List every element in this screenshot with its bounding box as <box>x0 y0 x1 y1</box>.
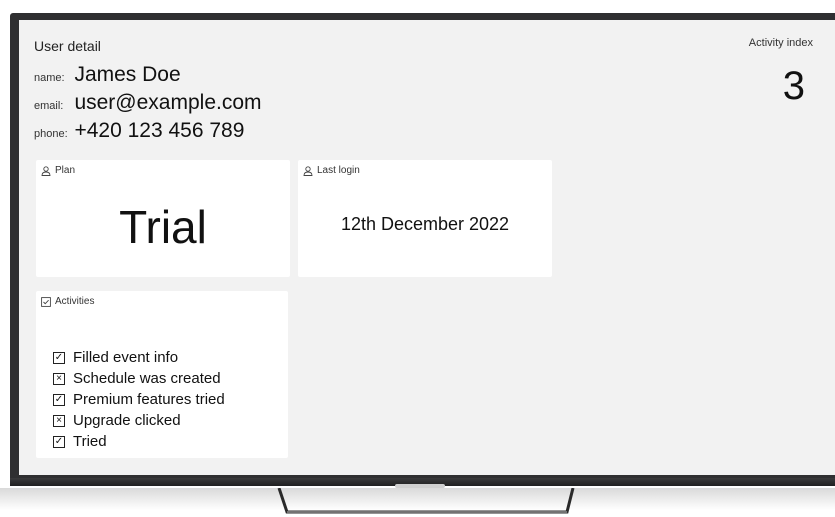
checkbox-checked[interactable]: ✓ <box>53 393 65 406</box>
last-login-value: 12th December 2022 <box>340 214 510 234</box>
user-icon <box>303 165 313 176</box>
activities-card-header: Activities <box>41 296 94 307</box>
list-item: ✓ Tried <box>53 431 225 452</box>
list-item: × Upgrade clicked <box>53 410 225 431</box>
email-label: email: <box>34 100 64 112</box>
checkbox-checked[interactable]: ✓ <box>53 351 65 364</box>
page-title: User detail <box>34 38 101 54</box>
checkbox-icon <box>41 296 51 307</box>
name-row: name: James Doe <box>34 63 181 87</box>
phone-label: phone: <box>34 128 68 140</box>
last-login-card-header: Last login <box>303 165 360 176</box>
phone-value: +420 123 456 789 <box>74 119 245 142</box>
plan-value: Trial <box>119 201 207 253</box>
plan-card-header: Plan <box>41 165 75 176</box>
activities-card: Activities ✓ Filled event info × Schedul… <box>36 291 288 458</box>
activity-index-label: Activity index <box>748 37 813 49</box>
email-row: email: user@example.com <box>34 91 262 115</box>
activity-index-value: 3 <box>782 64 805 108</box>
activity-label: Filled event info <box>73 349 179 366</box>
user-icon <box>41 165 51 176</box>
activity-label: Schedule was created <box>73 370 221 387</box>
checkbox-checked[interactable]: ✓ <box>53 435 65 448</box>
checkbox-unchecked[interactable]: × <box>53 414 65 427</box>
checkbox-unchecked[interactable]: × <box>53 372 65 385</box>
phone-row: phone: +420 123 456 789 <box>34 119 244 143</box>
name-label: name: <box>34 72 65 84</box>
activity-label: Upgrade clicked <box>73 412 181 429</box>
tv-stand <box>277 488 575 514</box>
last-login-label: Last login <box>317 165 360 176</box>
list-item: × Schedule was created <box>53 368 225 389</box>
activity-label: Tried <box>73 433 107 450</box>
list-item: ✓ Filled event info <box>53 347 225 368</box>
activities-list: ✓ Filled event info × Schedule was creat… <box>53 347 225 452</box>
list-item: ✓ Premium features tried <box>53 389 225 410</box>
activities-label: Activities <box>55 296 95 307</box>
email-value: user@example.com <box>74 91 262 114</box>
plan-card: Plan Trial <box>36 160 290 277</box>
name-value: James Doe <box>74 63 181 86</box>
plan-label: Plan <box>55 165 76 176</box>
dashboard-screen: User detail name: James Doe email: user@… <box>19 20 835 475</box>
last-login-card: Last login 12th December 2022 <box>298 160 552 277</box>
activity-label: Premium features tried <box>73 391 225 408</box>
